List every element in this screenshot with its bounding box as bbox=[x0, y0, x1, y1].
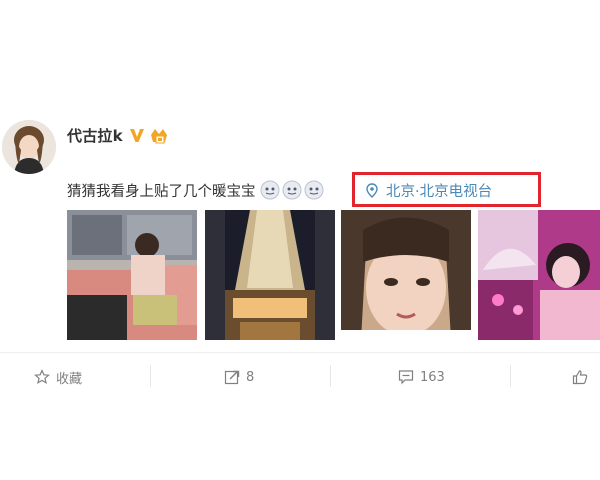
repost-count: 8 bbox=[246, 369, 255, 385]
repost-button[interactable]: 8 bbox=[224, 353, 254, 401]
member-level-icon bbox=[150, 129, 167, 144]
weibo-post: 代古拉k 猜猜我看身上贴了几个暖宝宝 北京·北京电视台 收藏 8 163 bbox=[0, 0, 600, 480]
action-separator bbox=[330, 365, 331, 387]
post-photo-2[interactable] bbox=[205, 210, 335, 340]
post-text-row: 猜猜我看身上贴了几个暖宝宝 bbox=[67, 178, 324, 202]
username[interactable]: 代古拉k bbox=[67, 125, 123, 146]
thumbs-up-icon bbox=[572, 370, 588, 385]
user-row: 代古拉k bbox=[67, 124, 169, 146]
action-bar: 收藏 8 163 bbox=[0, 353, 600, 401]
post-photo-3[interactable] bbox=[341, 210, 471, 340]
verified-v-icon bbox=[129, 129, 144, 142]
comment-count: 163 bbox=[420, 369, 445, 385]
hand-warmer-emoji-icon bbox=[304, 180, 323, 200]
repost-icon bbox=[224, 370, 240, 385]
post-text: 猜猜我看身上贴了几个暖宝宝 bbox=[67, 183, 256, 200]
like-button[interactable] bbox=[572, 353, 594, 401]
star-icon bbox=[34, 369, 50, 385]
action-separator bbox=[150, 365, 151, 387]
comment-button[interactable]: 163 bbox=[398, 353, 445, 401]
comment-icon bbox=[398, 370, 414, 385]
action-separator bbox=[510, 365, 511, 387]
user-avatar[interactable] bbox=[2, 120, 56, 174]
location-link[interactable]: 北京·北京电视台 bbox=[366, 178, 492, 202]
hand-warmer-emoji-icon bbox=[282, 180, 301, 200]
favorite-label: 收藏 bbox=[56, 371, 83, 387]
location-text: 北京·北京电视台 bbox=[386, 183, 493, 200]
post-photo-4[interactable] bbox=[478, 210, 600, 340]
favorite-button[interactable]: 收藏 bbox=[34, 353, 82, 401]
post-photo-1[interactable] bbox=[67, 210, 197, 340]
location-pin-icon bbox=[366, 182, 378, 198]
hand-warmer-emoji-icon bbox=[260, 180, 279, 200]
